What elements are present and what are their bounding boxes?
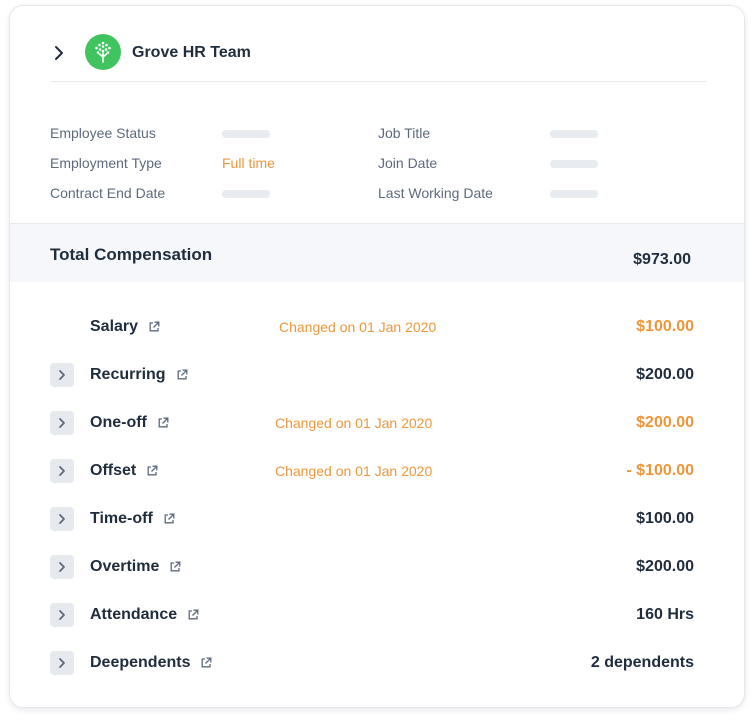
chevron-right-icon <box>59 562 65 572</box>
info-row: Contract End Date Last Working Date <box>50 178 710 208</box>
expand-row-button[interactable] <box>50 555 74 579</box>
info-row: Employee Status Job Title <box>50 118 710 148</box>
external-link-icon[interactable] <box>175 368 189 382</box>
expand-row-button[interactable] <box>50 507 74 531</box>
row-amount: 160 Hrs <box>636 606 694 623</box>
compensation-row: Time-off $100.00 <box>50 495 694 543</box>
chevron-right-icon <box>59 658 65 668</box>
info-value <box>550 155 706 171</box>
chevron-right-icon <box>59 466 65 476</box>
expand-row-button[interactable] <box>50 363 74 387</box>
placeholder-skeleton <box>550 130 598 138</box>
compensation-row: Salary Changed on 01 Jan 2020 $100.00 <box>50 303 694 351</box>
placeholder-skeleton <box>222 190 270 198</box>
chevron-right-icon <box>59 418 65 428</box>
row-amount: 2 dependents <box>590 654 694 671</box>
info-label: Contract End Date <box>50 185 166 201</box>
employment-type-value: Full time <box>222 155 275 171</box>
info-row: Employment Type Full time Join Date <box>50 148 710 178</box>
row-label: Overtime <box>90 558 160 575</box>
row-amount: $100.00 <box>636 318 694 335</box>
expand-row-button[interactable] <box>50 651 74 675</box>
compensation-row: Deependents 2 dependents <box>50 639 694 687</box>
row-amount: $100.00 <box>636 510 694 527</box>
expand-row-button[interactable] <box>50 603 74 627</box>
total-compensation-value: $973.00 <box>633 251 691 268</box>
info-value <box>222 125 378 141</box>
team-name: Grove HR Team <box>132 44 251 61</box>
external-link-icon[interactable] <box>199 656 213 670</box>
info-label: Last Working Date <box>378 185 493 201</box>
changed-date: Changed on 01 Jan 2020 <box>275 415 433 431</box>
info-label: Job Title <box>378 125 431 141</box>
row-amount: $200.00 <box>636 414 694 431</box>
compensation-row: Overtime $200.00 <box>50 543 694 591</box>
row-label: Attendance <box>90 606 178 623</box>
placeholder-skeleton <box>550 190 598 198</box>
external-link-icon[interactable] <box>156 416 170 430</box>
compensation-row: Offset Changed on 01 Jan 2020 - $100.00 <box>50 447 694 495</box>
total-compensation-bar: Total Compensation $973.00 <box>10 223 744 282</box>
row-amount: - $100.00 <box>626 462 694 479</box>
chevron-right-icon <box>59 370 65 380</box>
external-link-icon[interactable] <box>162 512 176 526</box>
info-value <box>550 185 706 201</box>
compensation-card: Grove HR Team Employee Status Job Title … <box>9 5 745 708</box>
external-link-icon[interactable] <box>147 320 161 334</box>
tree-logo-icon <box>85 34 121 70</box>
employee-info: Employee Status Job Title Employment Typ… <box>50 118 710 208</box>
info-label: Join Date <box>378 155 438 171</box>
info-value <box>222 185 378 201</box>
placeholder-skeleton <box>222 130 270 138</box>
chevron-right-icon <box>59 514 65 524</box>
changed-date: Changed on 01 Jan 2020 <box>275 463 433 479</box>
external-link-icon[interactable] <box>168 560 182 574</box>
chevron-right-icon[interactable] <box>50 34 68 72</box>
row-label: Time-off <box>90 510 153 527</box>
total-compensation-label: Total Compensation <box>50 245 213 264</box>
row-label: Salary <box>90 318 139 335</box>
external-link-icon[interactable] <box>186 608 200 622</box>
compensation-row: One-off Changed on 01 Jan 2020 $200.00 <box>50 399 694 447</box>
row-label: Offset <box>90 462 137 479</box>
compensation-row: Attendance 160 Hrs <box>50 591 694 639</box>
row-label: Recurring <box>90 366 166 383</box>
chevron-right-icon <box>59 610 65 620</box>
placeholder-skeleton <box>550 160 598 168</box>
info-label: Employee Status <box>50 125 156 141</box>
external-link-icon[interactable] <box>145 464 159 478</box>
row-amount: $200.00 <box>636 366 694 383</box>
expand-row-button[interactable] <box>50 411 74 435</box>
row-amount: $200.00 <box>636 558 694 575</box>
row-label: One-off <box>90 414 147 431</box>
changed-date: Changed on 01 Jan 2020 <box>279 319 437 335</box>
expand-row-button[interactable] <box>50 459 74 483</box>
compensation-list: Salary Changed on 01 Jan 2020 $100.00 Re… <box>50 303 694 687</box>
info-value <box>550 125 706 141</box>
info-label: Employment Type <box>50 155 162 171</box>
row-label: Deependents <box>90 654 191 671</box>
compensation-row: Recurring $200.00 <box>50 351 694 399</box>
team-header: Grove HR Team <box>50 34 706 82</box>
